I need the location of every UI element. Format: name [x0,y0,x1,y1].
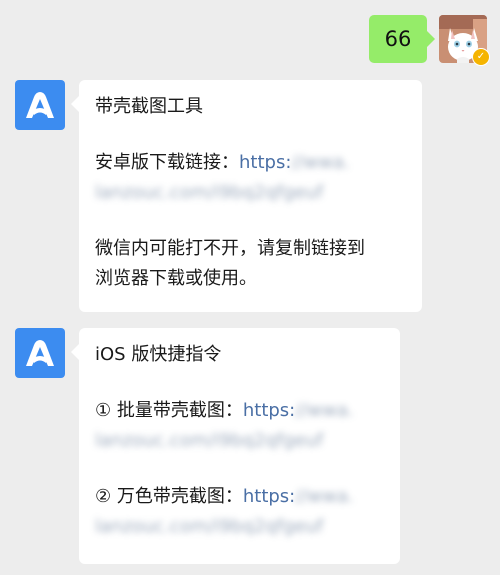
ios-item-2: ② 万色带壳截图：https://wwa. [95,482,384,512]
ios-item-1-label: ① 批量带壳截图： [95,400,243,421]
android-link-line: 安卓版下载链接：https://wwa. [95,148,406,178]
ios-item-1-redacted-2: lanzouc.com/i9bq2qfgeuf [95,430,324,451]
outgoing-text: 66 [384,27,412,51]
message-title: 带壳截图工具 [95,96,203,117]
note-line-1: 微信内可能打不开，请复制链接到 [95,238,365,259]
chat-area: 66 ✓ 带壳截图工具 安卓版下载链接：https://wwa. lanzouc… [0,0,500,575]
app-logo-icon [26,92,54,118]
outgoing-message: 66 ✓ [369,15,490,66]
incoming-bubble-2[interactable]: iOS 版快捷指令 ① 批量带壳截图：https://wwa. lanzouc.… [71,328,400,564]
android-link-label: 安卓版下载链接： [95,152,239,173]
ios-item-2-link[interactable]: https: [243,486,295,507]
incoming-message-1: 带壳截图工具 安卓版下载链接：https://wwa. lanzouc.com/… [15,80,422,312]
bot-avatar[interactable] [15,328,65,378]
ios-item-2-line-2: lanzouc.com/i9bq2qfgeuf [95,512,384,542]
note-line-2: 浏览器下载或使用。 [95,268,257,289]
ios-item-1-link[interactable]: https: [243,400,295,421]
android-link[interactable]: https: [239,152,291,173]
bot-avatar[interactable] [15,80,65,130]
ios-item-2-redacted: //wwa. [295,486,354,507]
ios-item-1-redacted: //wwa. [295,400,354,421]
verified-badge-icon: ✓ [472,48,490,66]
user-avatar[interactable]: ✓ [439,15,490,66]
message-title: iOS 版快捷指令 [95,344,222,365]
incoming-message-2: iOS 版快捷指令 ① 批量带壳截图：https://wwa. lanzouc.… [15,328,400,564]
ios-item-1: ① 批量带壳截图：https://wwa. [95,396,384,426]
incoming-bubble-1[interactable]: 带壳截图工具 安卓版下载链接：https://wwa. lanzouc.com/… [71,80,422,312]
outgoing-bubble[interactable]: 66 [369,15,435,63]
ios-item-2-redacted-2: lanzouc.com/i9bq2qfgeuf [95,516,324,537]
app-logo-icon [26,340,54,366]
android-link-line-2: lanzouc.com/i9bq2qfgeuf [95,178,406,208]
android-link-redacted-2: lanzouc.com/i9bq2qfgeuf [95,182,324,203]
ios-item-1-line-2: lanzouc.com/i9bq2qfgeuf [95,426,384,456]
ios-item-2-label: ② 万色带壳截图： [95,486,243,507]
android-link-redacted: //wwa. [291,152,350,173]
